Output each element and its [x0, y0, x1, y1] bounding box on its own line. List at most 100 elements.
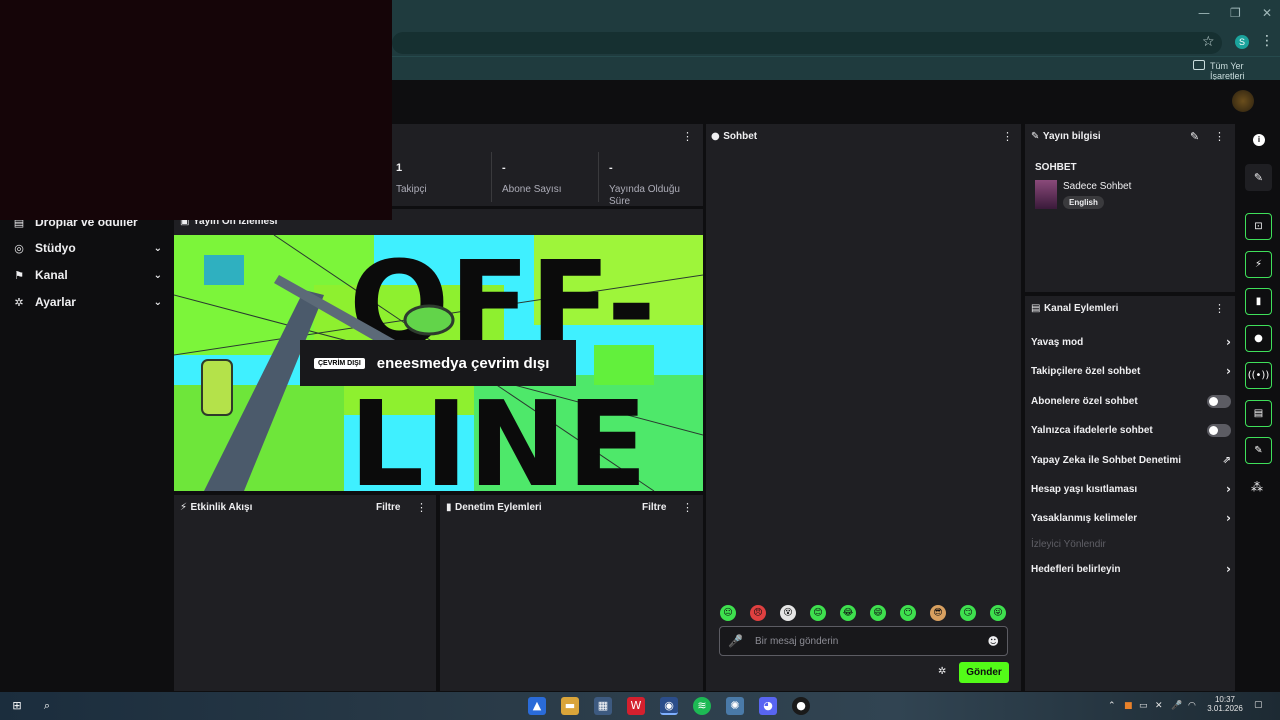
clock[interactable]: 10:37 3.01.2026: [1206, 695, 1244, 713]
gear-icon: ✲: [14, 295, 24, 309]
action-label: Abonelere özel sohbet: [1031, 395, 1138, 407]
emote-button[interactable]: 😜: [990, 605, 1006, 621]
emote-button[interactable]: 😎: [930, 605, 946, 621]
stream-info-title: ✎ Yayın bilgisi: [1031, 131, 1101, 142]
more-options-icon[interactable]: ⋮: [1002, 130, 1013, 143]
category-name[interactable]: Sadece Sohbet: [1063, 181, 1131, 192]
action-label: Yavaş mod: [1031, 336, 1084, 348]
emote-button[interactable]: 😵: [780, 605, 796, 621]
chevron-down-icon: ⌄: [153, 269, 162, 281]
channel-icon: ⚑: [14, 268, 24, 282]
minimize-icon[interactable]: —: [1198, 6, 1210, 20]
search-icon[interactable]: ⌕: [38, 697, 56, 715]
taskbar-app-icon[interactable]: ▲: [528, 697, 546, 715]
channel-actions-title: ▤ Kanal Eylemleri: [1031, 303, 1118, 314]
more-options-icon[interactable]: ⋮: [1214, 130, 1225, 143]
bookmark-star-icon[interactable]: ☆: [1202, 34, 1215, 50]
channel-actions-title-text: Kanal Eylemleri: [1043, 303, 1119, 314]
bolt-icon[interactable]: ⚡: [1245, 251, 1272, 278]
all-bookmarks-link[interactable]: Tüm Yer İşaretleri: [1210, 61, 1280, 81]
info-icon[interactable]: i: [1253, 134, 1265, 146]
sidebar-item-channel[interactable]: ⚑ Kanal ⌄: [12, 264, 162, 286]
volume-muted-icon[interactable]: ✕: [1155, 701, 1163, 711]
action-account-age[interactable]: Hesap yaşı kısıtlaması ›: [1031, 479, 1231, 499]
tray-chevron-up-icon[interactable]: ⌃: [1108, 701, 1116, 711]
offline-status-text: eneesmedya çevrim dışı: [376, 354, 550, 372]
action-followers-only[interactable]: Takipçilere özel sohbet ›: [1031, 361, 1231, 381]
activity-filter-button[interactable]: Filtre: [376, 502, 400, 513]
maximize-icon[interactable]: ❐: [1230, 6, 1241, 20]
action-set-goals[interactable]: Hedefleri belirleyin ›: [1031, 559, 1231, 579]
sidebar-item-studio[interactable]: ◎ Stüdyo ⌄: [12, 237, 162, 259]
studio-icon: ◎: [14, 241, 24, 255]
profile-avatar[interactable]: S: [1235, 35, 1249, 49]
windows-start-icon[interactable]: ⊞: [8, 697, 26, 715]
more-options-icon[interactable]: ⋮: [1214, 302, 1225, 315]
browser-menu-icon[interactable]: ⋮: [1260, 33, 1274, 49]
chat-bubble-icon[interactable]: ●: [1245, 325, 1272, 352]
recorder-icon[interactable]: ●: [792, 697, 810, 715]
tray-app-icon[interactable]: ■: [1124, 701, 1133, 711]
wps-icon[interactable]: W: [627, 697, 645, 715]
edit-pencil-icon[interactable]: ✎: [1190, 130, 1199, 143]
action-raid: İzleyici Yönlendir: [1031, 534, 1231, 554]
discord-icon[interactable]: ◕: [759, 697, 777, 715]
chat-settings-gear-icon[interactable]: ✲: [938, 666, 946, 677]
notifications-icon[interactable]: ▢: [1254, 700, 1263, 710]
wifi-icon[interactable]: ◠: [1188, 701, 1196, 711]
more-options-icon[interactable]: ⋮: [682, 130, 693, 143]
document-icon[interactable]: ▮: [1245, 288, 1272, 315]
chat-input[interactable]: 🎤 Bir mesaj gönderin ☻: [719, 626, 1008, 656]
chevron-down-icon: ⌄: [153, 296, 162, 308]
microphone-icon[interactable]: 🎤: [1171, 701, 1182, 711]
battery-icon[interactable]: ▭: [1139, 701, 1148, 711]
emoji-picker-icon[interactable]: ☻: [988, 635, 999, 648]
emote-only-toggle[interactable]: [1207, 423, 1231, 437]
emote-button[interactable]: 😊: [810, 605, 826, 621]
file-explorer-icon[interactable]: ▬: [561, 697, 579, 715]
action-banned-words[interactable]: Yasaklanmış kelimeler ›: [1031, 508, 1231, 528]
offline-tag: ÇEVRİM DIŞI: [314, 357, 365, 369]
emote-button[interactable]: 😄: [870, 605, 886, 621]
microphone-icon[interactable]: 🎤: [728, 634, 743, 648]
send-button[interactable]: Gönder: [959, 662, 1009, 683]
chevron-right-icon: ›: [1226, 335, 1231, 349]
folder-icon[interactable]: [1193, 60, 1205, 70]
user-avatar[interactable]: [1232, 90, 1254, 112]
action-label: İzleyici Yönlendir: [1031, 538, 1106, 550]
emote-button[interactable]: 😐: [720, 605, 736, 621]
category-thumbnail: [1035, 180, 1057, 209]
moderation-title: ▮ Denetim Eylemleri: [446, 502, 542, 513]
stat-value: -: [609, 162, 613, 174]
address-bar[interactable]: [392, 32, 1222, 54]
document-icon: ▮: [446, 502, 455, 513]
more-options-icon[interactable]: ⋮: [416, 501, 427, 514]
clip-icon[interactable]: ⊡: [1245, 213, 1272, 240]
edit-icon[interactable]: ✎: [1245, 164, 1272, 191]
action-slow-mode[interactable]: Yavaş mod ›: [1031, 332, 1231, 352]
stat-label: Abone Sayısı: [502, 184, 562, 195]
add-widget-icon[interactable]: ⁂: [1251, 480, 1263, 494]
more-options-icon[interactable]: ⋮: [682, 501, 693, 514]
spotify-icon[interactable]: ≋: [693, 697, 711, 715]
stat-live-time: - Yayında Olduğu Süre: [601, 150, 701, 207]
moderation-panel: [440, 495, 703, 691]
action-emote-only: Yalnızca ifadelerle sohbet: [1031, 420, 1231, 440]
emote-button[interactable]: 😂: [840, 605, 856, 621]
close-icon[interactable]: ✕: [1262, 6, 1272, 20]
moderation-filter-button[interactable]: Filtre: [642, 502, 666, 513]
chevron-down-icon: ⌄: [153, 242, 162, 254]
sidebar-item-settings[interactable]: ✲ Ayarlar ⌄: [12, 291, 162, 313]
bolt-icon: ⚡: [180, 502, 191, 513]
action-ai-moderation[interactable]: Yapay Zeka ile Sohbet Denetimi ⇗: [1031, 450, 1231, 470]
emote-button[interactable]: 😏: [960, 605, 976, 621]
emote-button[interactable]: 😶: [900, 605, 916, 621]
layout-icon[interactable]: ▤: [1245, 400, 1272, 427]
subscribers-only-toggle[interactable]: [1207, 394, 1231, 408]
network-app-icon[interactable]: ✺: [726, 697, 744, 715]
emote-button[interactable]: 😠: [750, 605, 766, 621]
wrench-icon[interactable]: ✎: [1245, 437, 1272, 464]
store-icon[interactable]: ▦: [594, 697, 612, 715]
broadcast-icon[interactable]: ((•)): [1245, 362, 1272, 389]
chrome-icon[interactable]: ◉: [660, 697, 678, 715]
